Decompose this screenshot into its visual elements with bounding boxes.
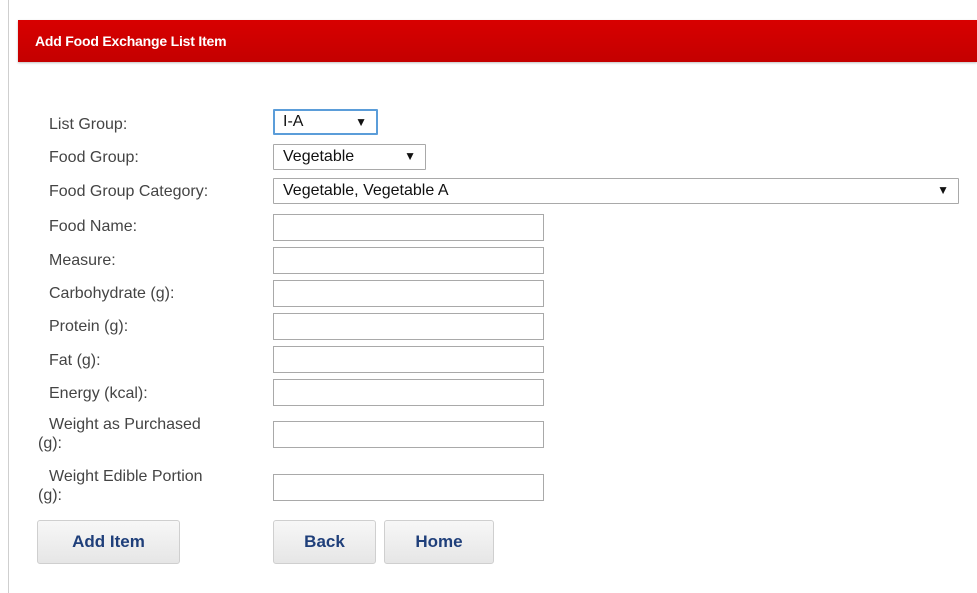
protein-label: Protein (g):: [49, 318, 129, 335]
list-group-label: List Group:: [49, 116, 128, 133]
weight-edible-input[interactable]: [273, 474, 544, 501]
measure-input[interactable]: [273, 247, 544, 274]
weight-edible-label-line1: Weight Edible Portion: [49, 468, 203, 485]
weight-purchased-input[interactable]: [273, 421, 544, 448]
food-group-label: Food Group:: [49, 149, 139, 166]
header-bar: Add Food Exchange List Item: [18, 20, 977, 62]
home-button[interactable]: Home: [384, 520, 494, 564]
energy-input[interactable]: [273, 379, 544, 406]
weight-purchased-label-line1: Weight as Purchased: [49, 416, 201, 433]
chevron-down-icon: ▼: [355, 115, 367, 129]
carbohydrate-input[interactable]: [273, 280, 544, 307]
list-group-select[interactable]: I-A ▼: [273, 109, 378, 135]
food-group-category-value: Vegetable, Vegetable A: [283, 182, 449, 199]
protein-input[interactable]: [273, 313, 544, 340]
weight-purchased-label-line2: (g):: [38, 435, 62, 452]
weight-edible-label: Weight Edible Portion (g):: [38, 467, 273, 505]
measure-label: Measure:: [49, 252, 116, 269]
food-group-select[interactable]: Vegetable ▼: [273, 144, 426, 170]
list-group-value: I-A: [283, 113, 304, 130]
energy-label: Energy (kcal):: [49, 385, 148, 402]
left-border: [8, 0, 9, 593]
food-group-category-label: Food Group Category:: [49, 183, 209, 200]
add-item-button[interactable]: Add Item: [37, 520, 180, 564]
chevron-down-icon: ▼: [404, 149, 416, 163]
carbohydrate-label: Carbohydrate (g):: [49, 285, 175, 302]
food-name-label: Food Name:: [49, 218, 138, 235]
food-group-category-select[interactable]: Vegetable, Vegetable A ▼: [273, 178, 959, 204]
page-title: Add Food Exchange List Item: [35, 33, 227, 49]
back-button[interactable]: Back: [273, 520, 376, 564]
fat-input[interactable]: [273, 346, 544, 373]
fat-label: Fat (g):: [49, 352, 101, 369]
chevron-down-icon: ▼: [937, 183, 949, 197]
food-name-input[interactable]: [273, 214, 544, 241]
food-group-value: Vegetable: [283, 148, 355, 165]
weight-edible-label-line2: (g):: [38, 487, 62, 504]
weight-purchased-label: Weight as Purchased (g):: [38, 415, 273, 453]
